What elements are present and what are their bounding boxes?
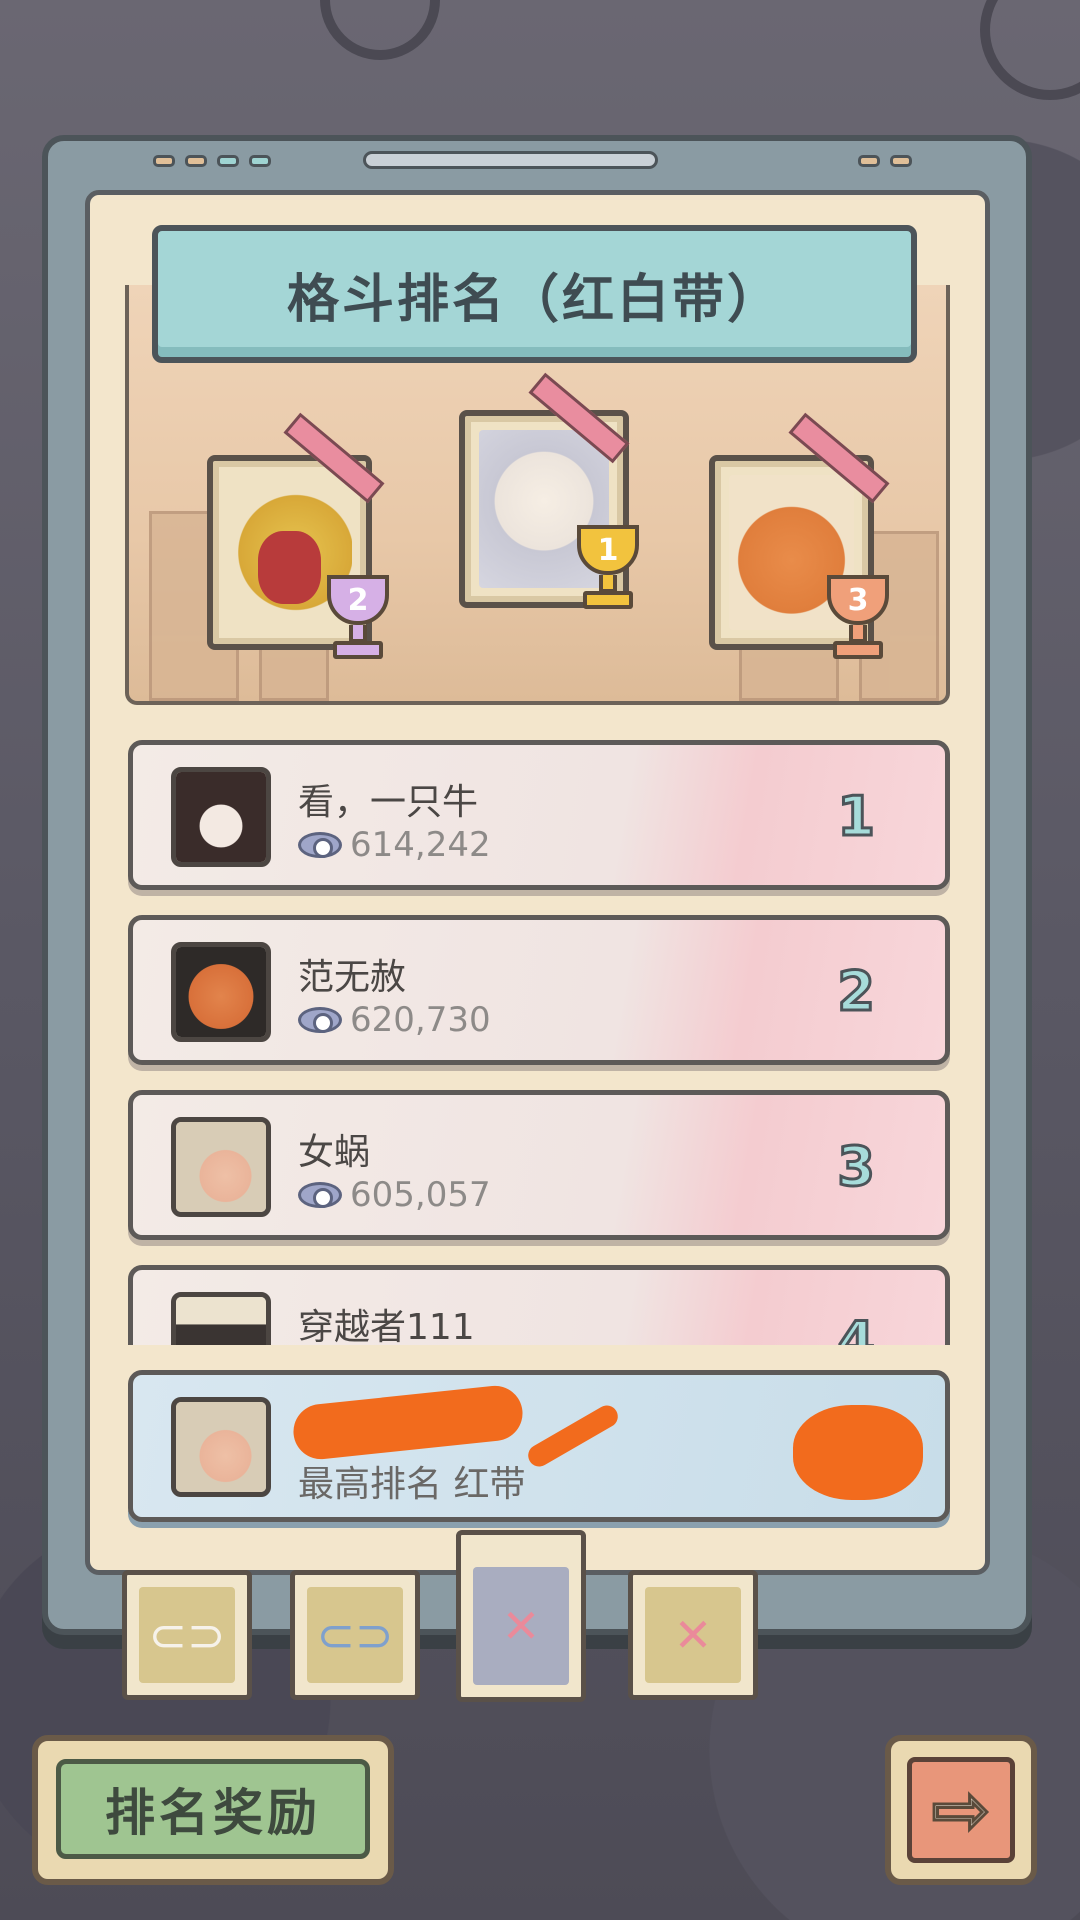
ranking-row[interactable]: 穿越者111 4 bbox=[128, 1265, 950, 1345]
tab-red-white-belt[interactable]: ✕ bbox=[456, 1530, 586, 1702]
score-value: 620,730 bbox=[350, 1000, 491, 1040]
belt-icon: ⊂⊃ bbox=[139, 1587, 235, 1683]
light bbox=[217, 155, 239, 167]
belt-icon: ⊂⊃ bbox=[307, 1587, 403, 1683]
avatar-art bbox=[176, 1122, 266, 1212]
my-avatar[interactable] bbox=[171, 1397, 271, 1497]
best-rank-label: 最高排名 红带 bbox=[298, 1464, 526, 1505]
title-banner: 格斗排名（红白带） bbox=[152, 225, 917, 363]
avatar-art bbox=[176, 1402, 266, 1492]
player-name: 看，一只牛 bbox=[298, 782, 479, 823]
ranking-list-clip: 穿越者111 4 bbox=[128, 1265, 950, 1345]
light bbox=[185, 155, 207, 167]
trophy-2-number: 2 bbox=[347, 583, 369, 618]
player-avatar[interactable] bbox=[171, 767, 271, 867]
score-value: 614,242 bbox=[350, 825, 491, 865]
tab-red-belt[interactable]: ✕ bbox=[628, 1570, 758, 1700]
eye-icon bbox=[298, 1007, 342, 1033]
redaction-scribble bbox=[524, 1401, 622, 1471]
ranking-rewards-button[interactable]: 排名奖励 bbox=[32, 1735, 394, 1885]
trophy-3-icon: 3 bbox=[819, 575, 897, 665]
trophy-1-number: 1 bbox=[597, 533, 619, 568]
player-name: 范无赦 bbox=[298, 957, 407, 998]
rank-number: 4 bbox=[836, 1309, 877, 1346]
redaction-scribble bbox=[793, 1405, 923, 1500]
window-slot bbox=[363, 151, 658, 169]
trophy-1-icon: 1 bbox=[569, 525, 647, 615]
belt-icon: ✕ bbox=[473, 1567, 569, 1685]
trophy-3-number: 3 bbox=[847, 583, 869, 618]
player-avatar[interactable] bbox=[171, 1117, 271, 1217]
player-avatar[interactable] bbox=[171, 1292, 271, 1345]
ranking-row[interactable]: 范无赦 620,730 2 bbox=[128, 915, 950, 1065]
light bbox=[249, 155, 271, 167]
window-lights-right bbox=[858, 155, 912, 167]
avatar-art bbox=[176, 1297, 266, 1345]
light bbox=[858, 155, 880, 167]
belt-icon: ✕ bbox=[645, 1587, 741, 1683]
trophy-2-icon: 2 bbox=[319, 575, 397, 665]
rewards-label: 排名奖励 bbox=[56, 1759, 370, 1859]
player-score: 620,730 bbox=[298, 1000, 491, 1040]
ranking-row[interactable]: 女蜗 605,057 3 bbox=[128, 1090, 950, 1240]
tab-blue-belt[interactable]: ⊂⊃ bbox=[290, 1570, 420, 1700]
rank-number: 1 bbox=[836, 784, 877, 850]
avatar-art bbox=[176, 947, 266, 1037]
ranking-row[interactable]: 看，一只牛 614,242 1 bbox=[128, 740, 950, 890]
light bbox=[153, 155, 175, 167]
page-title: 格斗排名（红白带） bbox=[286, 269, 782, 330]
monster-mouth bbox=[258, 531, 321, 604]
light bbox=[890, 155, 912, 167]
eye-icon bbox=[298, 832, 342, 858]
player-score: 614,242 bbox=[298, 825, 491, 865]
score-value: 605,057 bbox=[350, 1175, 491, 1215]
tab-white-belt[interactable]: ⊂⊃ bbox=[122, 1570, 252, 1700]
player-avatar[interactable] bbox=[171, 942, 271, 1042]
window-lights bbox=[153, 155, 271, 167]
player-name: 女蜗 bbox=[298, 1132, 371, 1173]
redaction-scribble bbox=[290, 1383, 526, 1462]
rank-number: 3 bbox=[836, 1134, 877, 1200]
next-button[interactable]: ⇨ bbox=[885, 1735, 1037, 1885]
rank-number: 2 bbox=[836, 959, 877, 1025]
player-name: 穿越者111 bbox=[298, 1307, 475, 1345]
avatar-art bbox=[176, 772, 266, 862]
arrow-right-icon: ⇨ bbox=[907, 1757, 1015, 1863]
my-rank-row[interactable]: 最高排名 红带 bbox=[128, 1370, 950, 1522]
player-score: 605,057 bbox=[298, 1175, 491, 1215]
eye-icon bbox=[298, 1182, 342, 1208]
